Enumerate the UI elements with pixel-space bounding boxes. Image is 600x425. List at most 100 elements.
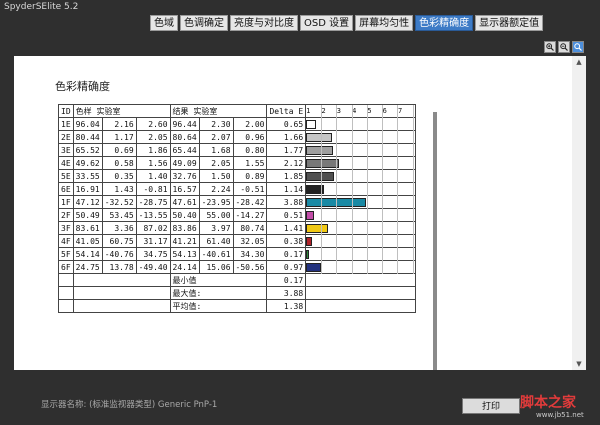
- header-measured: 结果 实验室: [169, 104, 268, 118]
- ref-l: 47.12: [72, 195, 103, 209]
- scroll-down-icon[interactable]: ▼: [572, 358, 586, 370]
- summary-value: 1.38: [266, 299, 307, 313]
- ref-a: 2.16: [101, 117, 137, 131]
- summary-row: 平均值: 1.38: [58, 299, 417, 313]
- delta-e-bar: [306, 120, 317, 129]
- ref-b: 2.60: [135, 117, 171, 131]
- vertical-scrollbar[interactable]: ▲ ▼: [572, 56, 586, 370]
- delta-e-value: 0.17: [266, 247, 307, 261]
- ref-l: 54.14: [72, 247, 103, 261]
- meas-l: 41.21: [169, 234, 200, 248]
- ref-a: 0.58: [101, 156, 137, 170]
- monitor-name-label: 显示器名称: (标准监视器类型) Generic PnP-1: [41, 400, 218, 410]
- delta-e-value: 1.77: [266, 143, 307, 157]
- header-delta-e: Delta E: [266, 104, 307, 118]
- ref-l: 83.61: [72, 221, 103, 235]
- patch-id: 4F: [58, 234, 74, 248]
- tab-6[interactable]: 显示器额定值: [475, 15, 544, 31]
- patch-id: 2E: [58, 130, 74, 144]
- delta-e-bar: [306, 133, 332, 142]
- ref-b: 1.40: [135, 169, 171, 183]
- tab-2[interactable]: 亮度与对比度: [230, 15, 298, 31]
- delta-e-bar-cell: [305, 247, 417, 261]
- delta-e-bar-cell: [305, 182, 417, 196]
- meas-a: 2.24: [198, 182, 234, 196]
- meas-b: 2.00: [232, 117, 268, 131]
- scale-gridline: [382, 104, 384, 274]
- meas-l: 54.13: [169, 247, 200, 261]
- ref-a: 1.43: [101, 182, 137, 196]
- meas-l: 32.76: [169, 169, 200, 183]
- scale-tick-label: 3: [336, 107, 341, 115]
- delta-e-value: 0.97: [266, 260, 307, 274]
- meas-l: 24.14: [169, 260, 200, 274]
- ref-b: -13.55: [135, 208, 171, 222]
- empty-cell: [58, 273, 74, 287]
- ref-l: 41.05: [72, 234, 103, 248]
- scale-gridline: [351, 104, 353, 274]
- ref-b: 31.17: [135, 234, 171, 248]
- zoom-in-icon[interactable]: [544, 41, 556, 53]
- delta-e-bar-cell: [305, 221, 417, 235]
- zoom-out-icon[interactable]: [558, 41, 570, 53]
- scroll-up-icon[interactable]: ▲: [572, 56, 586, 68]
- ref-l: 24.75: [72, 260, 103, 274]
- summary-row: 最小值 0.17: [58, 273, 417, 287]
- tab-5[interactable]: 色彩精确度: [415, 15, 474, 31]
- scale-tick-label: 6: [382, 107, 387, 115]
- ref-a: 0.35: [101, 169, 137, 183]
- ref-l: 65.52: [72, 143, 103, 157]
- tab-4[interactable]: 屏幕均匀性: [355, 15, 414, 31]
- meas-a: 1.68: [198, 143, 234, 157]
- scale-tick-label: 2: [321, 107, 326, 115]
- delta-e-value: 1.14: [266, 182, 307, 196]
- tab-bar: 色域 色调确定 亮度与对比度 OSD 设置 屏幕均匀性 色彩精确度 显示器额定值: [150, 15, 545, 31]
- ref-b: 34.75: [135, 247, 171, 261]
- meas-a: 55.00: [198, 208, 234, 222]
- watermark-logo: 脚本之家: [520, 395, 576, 411]
- ref-a: 1.17: [101, 130, 137, 144]
- tab-3[interactable]: OSD 设置: [300, 15, 354, 31]
- empty-cell: [58, 299, 74, 313]
- scale-gridline: [366, 104, 368, 274]
- delta-e-value: 0.65: [266, 117, 307, 131]
- meas-b: 32.05: [232, 234, 268, 248]
- ref-b: 2.05: [135, 130, 171, 144]
- delta-e-bar: [306, 146, 334, 155]
- meas-a: 3.97: [198, 221, 234, 235]
- ref-a: 3.36: [101, 221, 137, 235]
- meas-b: 34.30: [232, 247, 268, 261]
- scale-gridline: [320, 104, 322, 274]
- meas-l: 16.57: [169, 182, 200, 196]
- delta-e-bar: [306, 263, 321, 272]
- ref-l: 16.91: [72, 182, 103, 196]
- meas-b: 80.74: [232, 221, 268, 235]
- print-button[interactable]: 打印: [462, 398, 520, 414]
- ref-a: 60.75: [101, 234, 137, 248]
- table-row: 3F 83.61 3.36 87.02 83.86 3.97 80.74 1.41: [58, 221, 417, 235]
- patch-id: 1F: [58, 195, 74, 209]
- meas-a: 15.06: [198, 260, 234, 274]
- delta-e-bar: [306, 211, 314, 220]
- meas-b: 0.80: [232, 143, 268, 157]
- delta-e-value: 3.88: [266, 195, 307, 209]
- patch-id: 1E: [58, 117, 74, 131]
- delta-e-bar: [306, 250, 310, 259]
- patch-id: 5E: [58, 169, 74, 183]
- delta-e-bar-cell: [305, 143, 417, 157]
- zoom-fit-icon[interactable]: [572, 41, 584, 53]
- ref-a: 0.69: [101, 143, 137, 157]
- watermark-url: www.jb51.net: [536, 411, 584, 419]
- zoom-toolbar: [544, 41, 586, 53]
- tab-0[interactable]: 色域: [150, 15, 178, 31]
- table-row: 1F 47.12 -32.52 -28.75 47.61 -23.95 -28.42 3.88: [58, 195, 417, 209]
- summary-value: 3.88: [266, 286, 307, 300]
- meas-b: -50.56: [232, 260, 268, 274]
- meas-l: 80.64: [169, 130, 200, 144]
- meas-a: 2.07: [198, 130, 234, 144]
- report-title: 色彩精确度: [55, 80, 110, 93]
- scale-gridline: [336, 104, 338, 274]
- summary-label: 最大值:: [169, 286, 268, 300]
- ref-l: 33.55: [72, 169, 103, 183]
- tab-1[interactable]: 色调确定: [180, 15, 228, 31]
